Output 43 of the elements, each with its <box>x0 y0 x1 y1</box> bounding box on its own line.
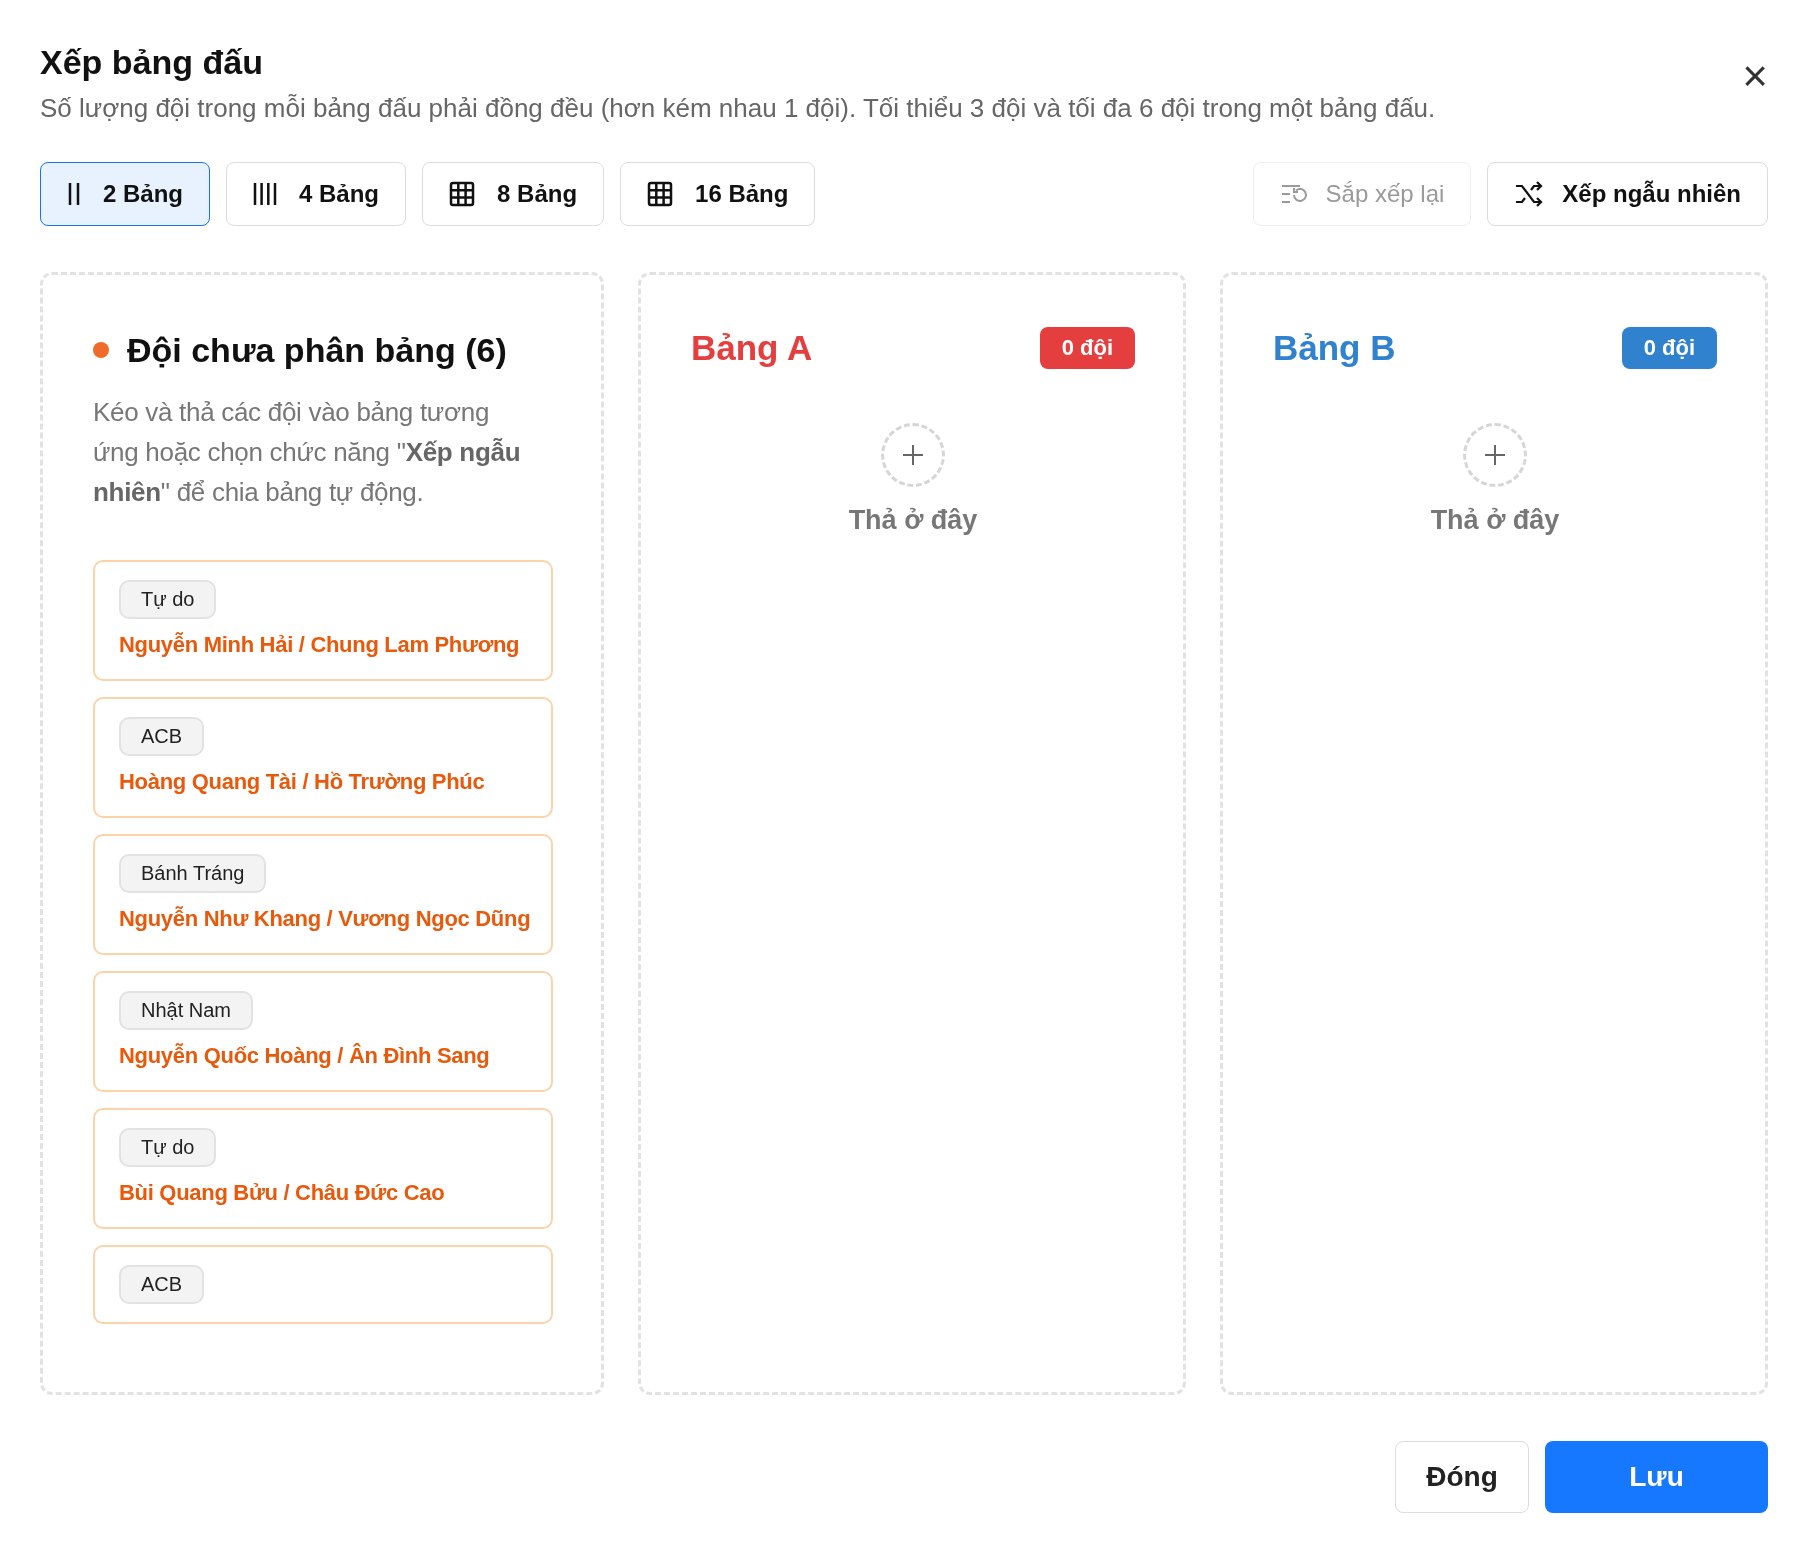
team-card[interactable]: Nhật Nam Nguyễn Quốc Hoàng / Ân Đình Sang <box>93 971 553 1092</box>
close-button[interactable]: × <box>1722 54 1768 98</box>
sort-reset-icon <box>1279 182 1308 206</box>
shuffle-icon <box>1514 181 1545 207</box>
dialog-title: Xếp bảng đấu <box>40 42 264 83</box>
team-players: Nguyễn Quốc Hoàng / Ân Đình Sang <box>119 1042 490 1070</box>
board-count-option[interactable]: 4 Bảng <box>226 162 407 226</box>
panel-description: Kéo và thả các đội vào bảng tương ứng hoặc chọn chức năng "Xếp ngẫu nhiên" để chia bảng tự động. <box>93 396 522 509</box>
club-tag: ACB <box>119 1265 205 1304</box>
grid-icon <box>647 181 674 207</box>
save-button[interactable]: Lưu <box>1545 1441 1768 1513</box>
board-count-option[interactable]: 8 Bảng <box>422 162 605 226</box>
drop-target-icon[interactable] <box>881 423 945 487</box>
team-card[interactable]: ACB Hoàng Quang Tài / Hồ Trường Phúc <box>93 697 553 818</box>
club-tag: Bánh Tráng <box>119 854 267 893</box>
panel-title: Đội chưa phân bảng (6) <box>127 331 507 370</box>
two-bars-icon <box>67 181 81 207</box>
group-name: Bảng A <box>691 328 813 368</box>
team-card[interactable]: ACB <box>93 1245 553 1324</box>
drop-hint: Thả ở đây <box>1430 505 1560 536</box>
team-card[interactable]: Tự do Bùi Quang Bửu / Châu Đức Cao <box>93 1108 553 1229</box>
club-tag: Nhật Nam <box>119 991 254 1030</box>
team-count-badge: 0 đội <box>1621 327 1717 369</box>
team-card[interactable]: Bánh Tráng Nguyễn Như Khang / Vương Ngọc Dũng <box>93 834 553 955</box>
team-players: Hoàng Quang Tài / Hồ Trường Phúc <box>119 768 485 796</box>
team-players: Bùi Quang Bửu / Châu Đức Cao <box>119 1179 445 1207</box>
team-players: Nguyễn Như Khang / Vương Ngọc Dũng <box>119 905 531 933</box>
board-count-option[interactable]: 2 Bảng <box>40 162 210 226</box>
club-tag: Tự do <box>119 580 217 619</box>
four-bars-icon <box>253 181 277 207</box>
group-name: Bảng B <box>1273 328 1396 368</box>
club-tag: Tự do <box>119 1128 217 1167</box>
drop-target-icon[interactable] <box>1463 423 1527 487</box>
team-count-badge: 0 đội <box>1039 327 1135 369</box>
team-card[interactable]: Tự do Nguyễn Minh Hải / Chung Lam Phương <box>93 560 553 681</box>
shuffle-button[interactable]: Xếp ngẫu nhiên <box>1487 162 1768 226</box>
team-players: Nguyễn Minh Hải / Chung Lam Phương <box>119 631 520 659</box>
dialog-subtitle: Số lượng đội trong mỗi bảng đấu phải đồng đều (hơn kém nhau 1 đội). Tối thiểu 3 đội và tối đa 6 đội trong một bảng đấu. <box>40 92 1436 126</box>
drop-hint: Thả ở đây <box>848 505 978 536</box>
club-tag: ACB <box>119 717 205 756</box>
grid-icon <box>449 181 476 207</box>
close-dialog-button[interactable]: Đóng <box>1395 1441 1529 1513</box>
board-count-option[interactable]: 16 Bảng <box>620 162 816 226</box>
